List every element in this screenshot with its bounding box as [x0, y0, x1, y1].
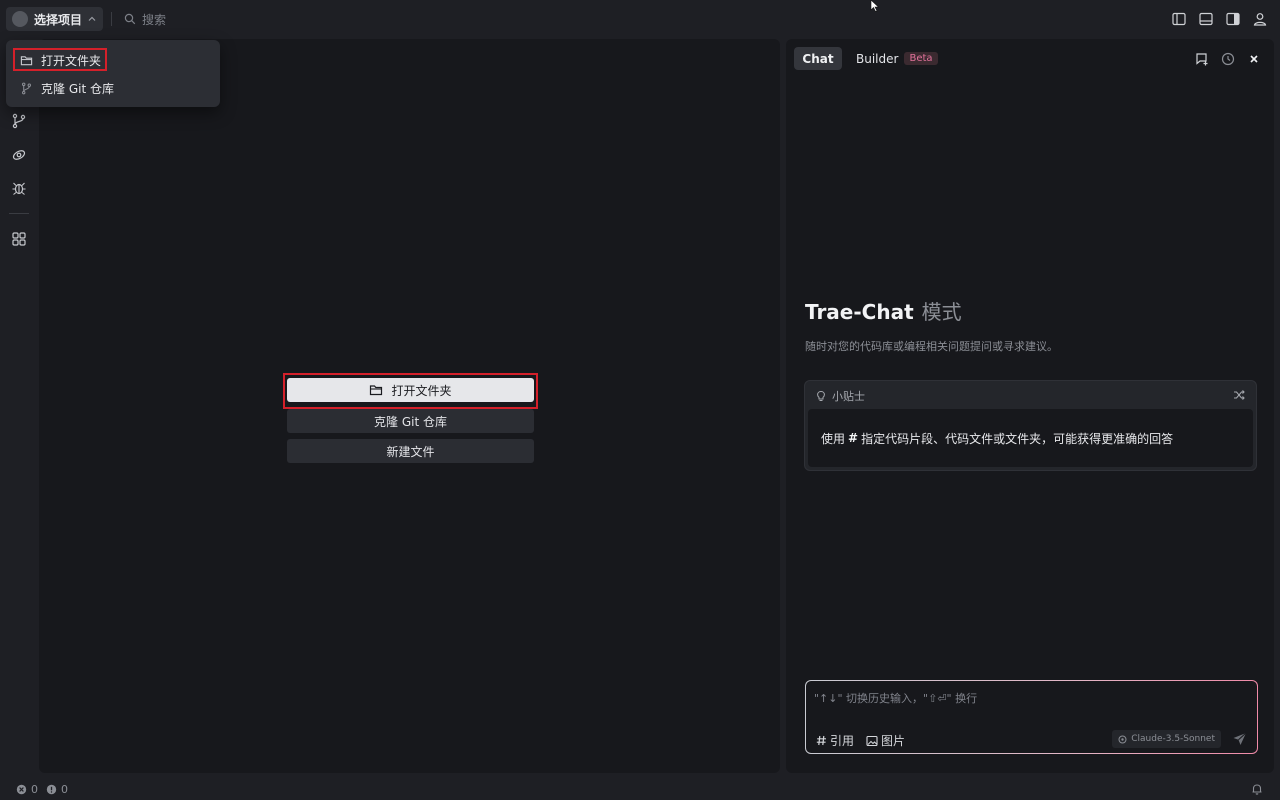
model-icon [1118, 735, 1127, 744]
debug-icon[interactable] [11, 180, 27, 196]
hash-icon [816, 735, 827, 746]
sidebar-right-icon[interactable] [1225, 11, 1241, 27]
tab-chat[interactable]: Chat [794, 47, 842, 70]
error-count: 0 [31, 783, 38, 796]
divider [9, 213, 29, 214]
extensions-icon[interactable] [11, 231, 27, 247]
panel-bottom-icon[interactable] [1198, 11, 1214, 27]
lightbulb-icon [815, 390, 827, 402]
tab-chat-label: Chat [802, 51, 834, 66]
reference-label: 引用 [830, 734, 855, 748]
send-icon[interactable] [1232, 731, 1248, 747]
model-selector[interactable]: Claude-3.5-Sonnet [1112, 730, 1221, 748]
chat-panel: Chat Builder Beta Trae-Chat 模式 随时对您的代码库或… [786, 39, 1274, 773]
project-selector-button[interactable]: 选择项目 [6, 7, 103, 31]
warning-icon [46, 784, 57, 795]
project-dropdown-menu: 打开文件夹 克隆 Git 仓库 [6, 40, 220, 107]
new-chat-icon[interactable] [1194, 51, 1210, 67]
folder-icon [369, 383, 383, 397]
tip-text-hash: # [848, 431, 859, 445]
search-icon [124, 13, 136, 25]
project-avatar [12, 11, 28, 27]
menu-item-label: 打开文件夹 [41, 53, 102, 68]
chat-title-name: Trae-Chat [805, 300, 914, 324]
status-bar: 0 0 [0, 778, 1280, 800]
tab-builder[interactable]: Builder Beta [856, 47, 938, 70]
tip-text-suffix: 指定代码片段、代码文件或文件夹，可能获得更准确的回答 [861, 431, 1174, 446]
search-placeholder: 搜索 [142, 12, 167, 27]
source-control-icon[interactable] [11, 113, 27, 129]
image-button[interactable]: 图片 [866, 732, 905, 749]
shuffle-icon[interactable] [1232, 388, 1246, 402]
git-branch-icon [20, 82, 33, 95]
editor-welcome-area: 打开文件夹 克隆 Git 仓库 新建文件 [39, 39, 780, 773]
menu-item-clone-git-repo[interactable]: 克隆 Git 仓库 [14, 77, 204, 99]
remote-link-icon[interactable] [11, 147, 27, 163]
tip-text-prefix: 使用 [821, 431, 846, 446]
folder-icon [20, 54, 33, 67]
chat-title: Trae-Chat 模式 [805, 296, 962, 325]
chat-input-placeholder: "↑↓" 切换历史输入，"⇧⏎" 换行 [814, 692, 978, 705]
beta-badge: Beta [904, 52, 938, 65]
history-icon[interactable] [1220, 51, 1236, 67]
problems-indicator[interactable]: 0 0 [16, 783, 68, 796]
image-icon [866, 735, 878, 747]
tip-body: 使用 # 指定代码片段、代码文件或文件夹，可能获得更准确的回答 [808, 409, 1253, 467]
tab-builder-label: Builder [856, 51, 899, 66]
clone-git-repo-label: 克隆 Git 仓库 [374, 414, 447, 429]
title-bar: 选择项目 搜索 [0, 0, 1280, 38]
tip-card: 小贴士 使用 # 指定代码片段、代码文件或文件夹，可能获得更准确的回答 [804, 380, 1257, 471]
model-label: Claude-3.5-Sonnet [1131, 734, 1215, 744]
chat-input[interactable]: "↑↓" 切换历史输入，"⇧⏎" 换行 引用 图片 Claude-3.5-Son… [805, 680, 1258, 754]
open-folder-label: 打开文件夹 [391, 383, 452, 398]
mouse-cursor-icon [870, 0, 882, 12]
open-folder-button[interactable]: 打开文件夹 [287, 378, 534, 402]
search-input[interactable]: 搜索 [124, 11, 166, 27]
warning-count: 0 [61, 783, 68, 796]
tip-header-label: 小贴士 [832, 390, 865, 403]
image-label: 图片 [881, 734, 906, 748]
divider [111, 12, 112, 26]
chat-subtitle: 随时对您的代码库或编程相关问题提问或寻求建议。 [805, 340, 1058, 353]
new-file-label: 新建文件 [386, 444, 435, 459]
close-icon[interactable] [1246, 51, 1262, 67]
error-icon [16, 784, 27, 795]
reference-button[interactable]: 引用 [816, 732, 854, 749]
new-file-button[interactable]: 新建文件 [287, 439, 534, 463]
clone-git-repo-button[interactable]: 克隆 Git 仓库 [287, 409, 534, 433]
account-icon[interactable] [1252, 11, 1268, 27]
bell-icon[interactable] [1250, 782, 1264, 796]
menu-item-label: 克隆 Git 仓库 [41, 81, 114, 96]
activity-bar [0, 38, 38, 774]
project-selector-label: 选择项目 [34, 12, 83, 27]
chevron-up-icon [88, 15, 96, 23]
menu-item-open-folder[interactable]: 打开文件夹 [14, 49, 204, 71]
chat-title-mode: 模式 [921, 300, 962, 324]
sidebar-left-icon[interactable] [1171, 11, 1187, 27]
